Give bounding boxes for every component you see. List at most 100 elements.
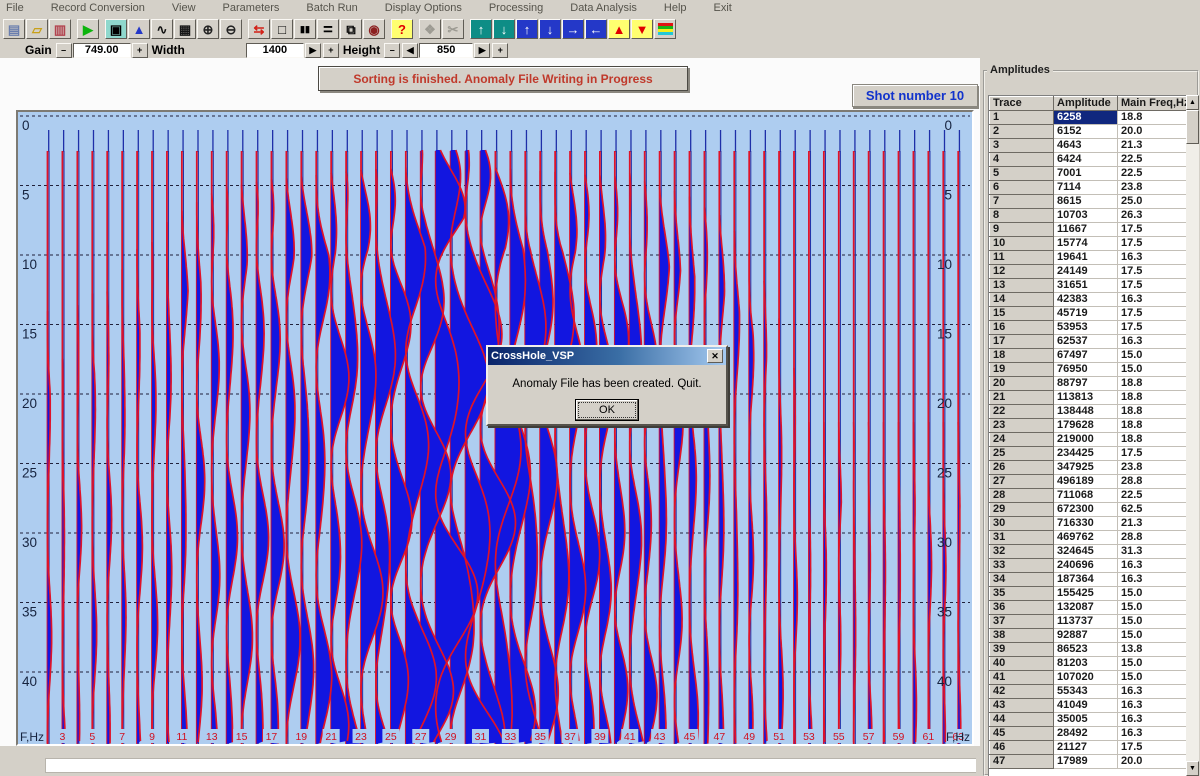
freq-cell[interactable]: 16.3 (1118, 573, 1188, 587)
freq-cell[interactable]: 18.8 (1118, 377, 1188, 391)
amplitude-cell[interactable]: 4643 (1054, 139, 1118, 153)
menu-record-conversion[interactable]: Record Conversion (51, 1, 145, 15)
gain-minus-button[interactable]: – (56, 43, 72, 58)
amplitude-cell[interactable]: 179628 (1054, 419, 1118, 433)
freq-cell[interactable]: 17.5 (1118, 307, 1188, 321)
trace-cell[interactable]: 14 (990, 293, 1054, 307)
amplitude-cell[interactable]: 496189 (1054, 475, 1118, 489)
amplitude-cell[interactable]: 24149 (1054, 265, 1118, 279)
height-value-field[interactable]: 850 (419, 43, 473, 58)
trace-cell[interactable]: 27 (990, 475, 1054, 489)
peak-display-button[interactable]: ▲ (128, 19, 150, 39)
height-spin-right-button[interactable]: ▶ (474, 43, 490, 58)
amplitude-cell[interactable]: 55343 (1054, 685, 1118, 699)
save-as-button[interactable]: ▥ (49, 19, 71, 39)
move-left-button[interactable]: ← (585, 19, 607, 39)
trace-cell[interactable]: 25 (990, 447, 1054, 461)
amplitude-cell[interactable]: 8615 (1054, 195, 1118, 209)
trace-cell[interactable]: 7 (990, 195, 1054, 209)
freq-cell[interactable]: 16.3 (1118, 685, 1188, 699)
freq-cell[interactable]: 15.0 (1118, 349, 1188, 363)
freq-cell[interactable]: 15.0 (1118, 601, 1188, 615)
amplitude-cell[interactable]: 138448 (1054, 405, 1118, 419)
amplitude-cell[interactable]: 469762 (1054, 531, 1118, 545)
ok-button[interactable]: OK (575, 399, 639, 421)
width-plus-button[interactable]: + (323, 43, 339, 58)
freq-cell[interactable]: 15.0 (1118, 587, 1188, 601)
menu-exit[interactable]: Exit (714, 1, 732, 15)
freq-cell[interactable]: 18.8 (1118, 391, 1188, 405)
trace-cell[interactable]: 30 (990, 517, 1054, 531)
trace-cell[interactable]: 6 (990, 181, 1054, 195)
move-right-button[interactable]: → (562, 19, 584, 39)
shift-up-button[interactable]: ↑ (470, 19, 492, 39)
trace-cell[interactable]: 8 (990, 209, 1054, 223)
amplitude-cell[interactable]: 716330 (1054, 517, 1118, 531)
trace-cell[interactable]: 23 (990, 419, 1054, 433)
trace-cell[interactable]: 15 (990, 307, 1054, 321)
freq-cell[interactable]: 15.0 (1118, 629, 1188, 643)
menu-display-options[interactable]: Display Options (385, 1, 462, 15)
freq-cell[interactable]: 17.5 (1118, 223, 1188, 237)
freq-cell[interactable]: 15.0 (1118, 615, 1188, 629)
trace-cell[interactable]: 3 (990, 139, 1054, 153)
menu-help[interactable]: Help (664, 1, 687, 15)
freq-cell[interactable]: 16.3 (1118, 251, 1188, 265)
wiggle-display-button[interactable]: ∿ (151, 19, 173, 39)
amplitude-cell[interactable]: 711068 (1054, 489, 1118, 503)
freq-cell[interactable]: 18.8 (1118, 419, 1188, 433)
run-button[interactable]: ▶ (77, 19, 99, 39)
amplitude-cell[interactable]: 45719 (1054, 307, 1118, 321)
close-icon[interactable]: ✕ (707, 349, 723, 363)
amplitude-cell[interactable]: 19641 (1054, 251, 1118, 265)
freq-cell[interactable]: 16.3 (1118, 699, 1188, 713)
trace-cell[interactable]: 20 (990, 377, 1054, 391)
amplitude-cell[interactable]: 11667 (1054, 223, 1118, 237)
trace-cell[interactable]: 11 (990, 251, 1054, 265)
amplitude-cell[interactable]: 187364 (1054, 573, 1118, 587)
menu-file[interactable]: File (6, 1, 24, 15)
freq-cell[interactable]: 20.0 (1118, 755, 1188, 769)
scroll-up-button[interactable]: ▲ (1186, 95, 1199, 110)
amplitude-cell[interactable]: 17989 (1054, 755, 1118, 769)
amplitude-cell[interactable]: 219000 (1054, 433, 1118, 447)
move-up-button[interactable]: ↑ (516, 19, 538, 39)
freq-cell[interactable]: 17.5 (1118, 237, 1188, 251)
amplitude-cell[interactable]: 113813 (1054, 391, 1118, 405)
trace-cell[interactable]: 41 (990, 671, 1054, 685)
menu-view[interactable]: View (172, 1, 196, 15)
connect-button-disabled[interactable]: ✂ (442, 19, 464, 39)
trace-cell[interactable]: 12 (990, 265, 1054, 279)
trace-cell[interactable]: 29 (990, 503, 1054, 517)
amplitude-cell[interactable]: 31651 (1054, 279, 1118, 293)
save-button[interactable]: ▦ (174, 19, 196, 39)
freq-cell[interactable]: 16.3 (1118, 559, 1188, 573)
freq-cell[interactable]: 62.5 (1118, 503, 1188, 517)
trace-cell[interactable]: 22 (990, 405, 1054, 419)
trace-cell[interactable]: 36 (990, 601, 1054, 615)
freq-cell[interactable]: 20.0 (1118, 125, 1188, 139)
trace-cell[interactable]: 19 (990, 363, 1054, 377)
freq-cell[interactable]: 21.3 (1118, 139, 1188, 153)
amplitude-cell[interactable]: 28492 (1054, 727, 1118, 741)
menu-batch-run[interactable]: Batch Run (306, 1, 357, 15)
freq-cell[interactable]: 17.5 (1118, 447, 1188, 461)
freq-cell[interactable]: 28.8 (1118, 475, 1188, 489)
amplitude-cell[interactable]: 347925 (1054, 461, 1118, 475)
freq-cell[interactable]: 22.5 (1118, 489, 1188, 503)
record-section-button[interactable]: ▣ (105, 19, 127, 39)
trace-cell[interactable]: 44 (990, 713, 1054, 727)
amplitude-cell[interactable]: 62537 (1054, 335, 1118, 349)
amplitude-cell[interactable]: 6152 (1054, 125, 1118, 139)
open-file-button[interactable]: ▱ (26, 19, 48, 39)
freq-cell[interactable]: 17.5 (1118, 265, 1188, 279)
freq-cell[interactable]: 22.5 (1118, 153, 1188, 167)
amplitude-cell[interactable]: 107020 (1054, 671, 1118, 685)
column-header-amplitude[interactable]: Amplitude (1054, 97, 1118, 111)
trace-cell[interactable]: 21 (990, 391, 1054, 405)
overlay-windows-button[interactable]: ⧉ (340, 19, 362, 39)
decrease-button[interactable]: ▼ (631, 19, 653, 39)
trace-cell[interactable]: 42 (990, 685, 1054, 699)
freq-cell[interactable]: 22.5 (1118, 167, 1188, 181)
amplitudes-scrollbar[interactable]: ▲ ▼ (1186, 95, 1199, 776)
